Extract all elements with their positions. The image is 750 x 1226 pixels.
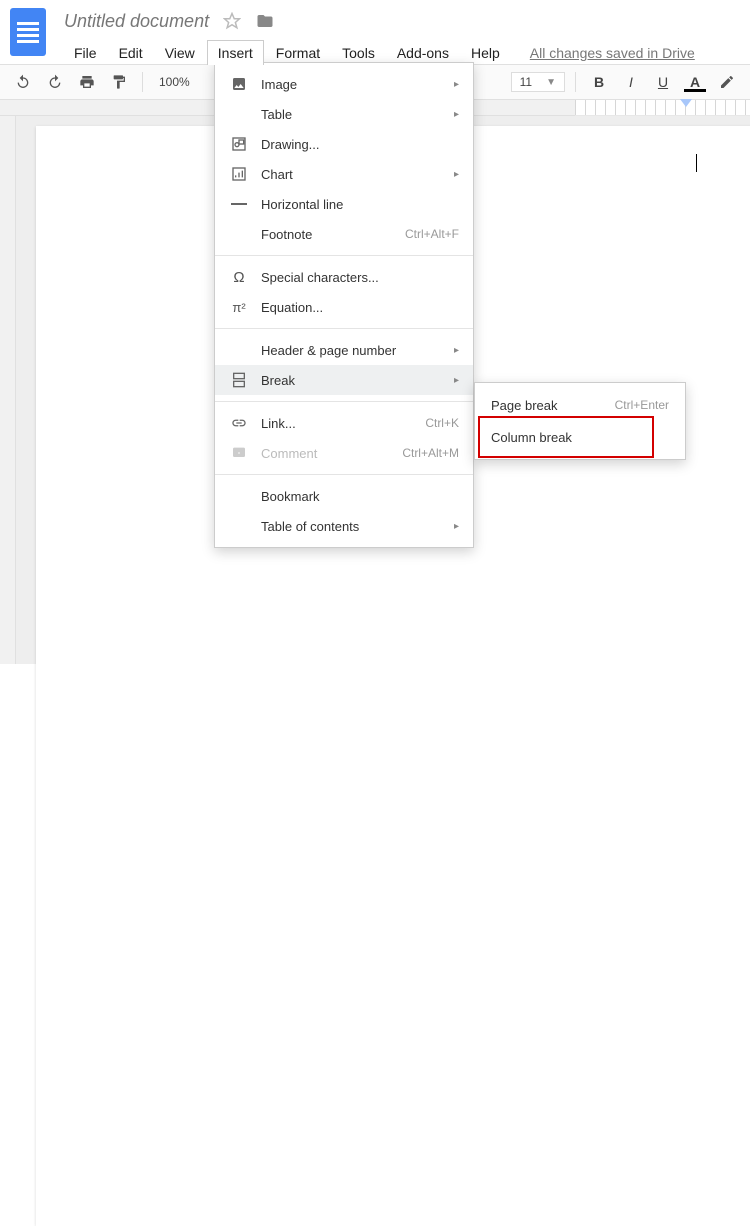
image-icon: [227, 76, 251, 92]
text-color-button[interactable]: A: [682, 74, 708, 90]
menu-item-header-page-number[interactable]: Header & page number ▸: [215, 335, 473, 365]
link-icon: [227, 415, 251, 431]
chevron-right-icon: ▸: [454, 375, 459, 386]
menu-item-label: Chart: [261, 167, 454, 182]
menu-item-break[interactable]: Break ▸: [215, 365, 473, 395]
menu-item-label: Drawing...: [261, 137, 459, 152]
menu-item-comment: Comment Ctrl+Alt+M: [215, 438, 473, 468]
omega-icon: Ω: [227, 269, 251, 286]
menu-edit[interactable]: Edit: [109, 41, 153, 65]
menu-item-label: Table: [261, 107, 454, 122]
chart-icon: [227, 166, 251, 182]
insert-menu-dropdown: Image ▸ Table ▸ Drawing... Chart ▸ Horiz…: [214, 62, 474, 548]
menu-divider: [215, 255, 473, 256]
menu-item-footnote[interactable]: Footnote Ctrl+Alt+F: [215, 219, 473, 249]
break-icon: [227, 372, 251, 388]
menu-item-label: Equation...: [261, 300, 459, 315]
menu-divider: [215, 328, 473, 329]
menu-item-label: Bookmark: [261, 489, 459, 504]
italic-button[interactable]: I: [618, 74, 644, 90]
chevron-right-icon: ▸: [454, 521, 459, 532]
chevron-right-icon: ▸: [454, 345, 459, 356]
horizontal-ruler-page[interactable]: [575, 100, 750, 116]
move-to-folder-icon[interactable]: [255, 12, 275, 30]
submenu-item-column-break[interactable]: Column break: [475, 421, 685, 453]
menu-format[interactable]: Format: [266, 41, 330, 65]
save-status[interactable]: All changes saved in Drive: [530, 45, 695, 61]
shortcut-label: Ctrl+K: [425, 416, 459, 430]
menu-item-label: Link...: [261, 416, 425, 431]
print-button[interactable]: [74, 69, 100, 95]
break-submenu: Page break Ctrl+Enter Column break: [474, 382, 686, 460]
menu-item-label: Horizontal line: [261, 197, 459, 212]
docs-logo-icon[interactable]: [10, 8, 46, 56]
menu-item-special-characters[interactable]: Ω Special characters...: [215, 262, 473, 292]
shortcut-label: Ctrl+Alt+F: [405, 227, 459, 241]
underline-button[interactable]: U: [650, 74, 676, 90]
document-title[interactable]: Untitled document: [64, 11, 209, 32]
menu-item-label: Break: [261, 373, 454, 388]
chevron-right-icon: ▸: [454, 79, 459, 90]
hr-icon: [227, 202, 251, 206]
menu-item-table-of-contents[interactable]: Table of contents ▸: [215, 511, 473, 541]
menu-addons[interactable]: Add-ons: [387, 41, 459, 65]
zoom-value: 100%: [159, 75, 190, 89]
bold-button[interactable]: B: [586, 74, 612, 90]
star-icon[interactable]: [223, 12, 241, 30]
menu-item-label: Header & page number: [261, 343, 454, 358]
highlight-button[interactable]: [714, 69, 740, 95]
redo-button[interactable]: [42, 69, 68, 95]
paint-format-button[interactable]: [106, 69, 132, 95]
chevron-down-icon: ▼: [546, 77, 556, 88]
menu-divider: [215, 474, 473, 475]
menu-item-label: Footnote: [261, 227, 405, 242]
shortcut-label: Ctrl+Alt+M: [402, 446, 459, 460]
submenu-item-label: Page break: [491, 398, 615, 413]
text-cursor: [696, 154, 697, 172]
menu-item-label: Comment: [261, 446, 402, 461]
undo-button[interactable]: [10, 69, 36, 95]
menu-item-label: Table of contents: [261, 519, 454, 534]
shortcut-label: Ctrl+Enter: [615, 398, 669, 412]
vertical-ruler[interactable]: [0, 116, 16, 664]
menu-item-label: Special characters...: [261, 270, 459, 285]
menu-item-label: Image: [261, 77, 454, 92]
menu-help[interactable]: Help: [461, 41, 510, 65]
menu-item-horizontal-line[interactable]: Horizontal line: [215, 189, 473, 219]
menu-file[interactable]: File: [64, 41, 107, 65]
menu-tools[interactable]: Tools: [332, 41, 385, 65]
menu-item-bookmark[interactable]: Bookmark: [215, 481, 473, 511]
menu-item-drawing[interactable]: Drawing...: [215, 129, 473, 159]
menu-item-chart[interactable]: Chart ▸: [215, 159, 473, 189]
menu-view[interactable]: View: [155, 41, 205, 65]
submenu-item-page-break[interactable]: Page break Ctrl+Enter: [475, 389, 685, 421]
chevron-right-icon: ▸: [454, 169, 459, 180]
zoom-select[interactable]: 100%: [153, 72, 196, 92]
submenu-item-label: Column break: [491, 430, 669, 445]
menu-item-equation[interactable]: π² Equation...: [215, 292, 473, 322]
menu-item-image[interactable]: Image ▸: [215, 69, 473, 99]
comment-icon: [227, 445, 251, 461]
font-size-select[interactable]: 11 ▼: [511, 72, 565, 92]
font-size-value: 11: [520, 75, 532, 89]
menu-insert[interactable]: Insert: [207, 40, 264, 65]
menu-divider: [215, 401, 473, 402]
drawing-icon: [227, 136, 251, 152]
chevron-right-icon: ▸: [454, 109, 459, 120]
menu-item-link[interactable]: Link... Ctrl+K: [215, 408, 473, 438]
pi-icon: π²: [227, 300, 251, 315]
menu-item-table[interactable]: Table ▸: [215, 99, 473, 129]
